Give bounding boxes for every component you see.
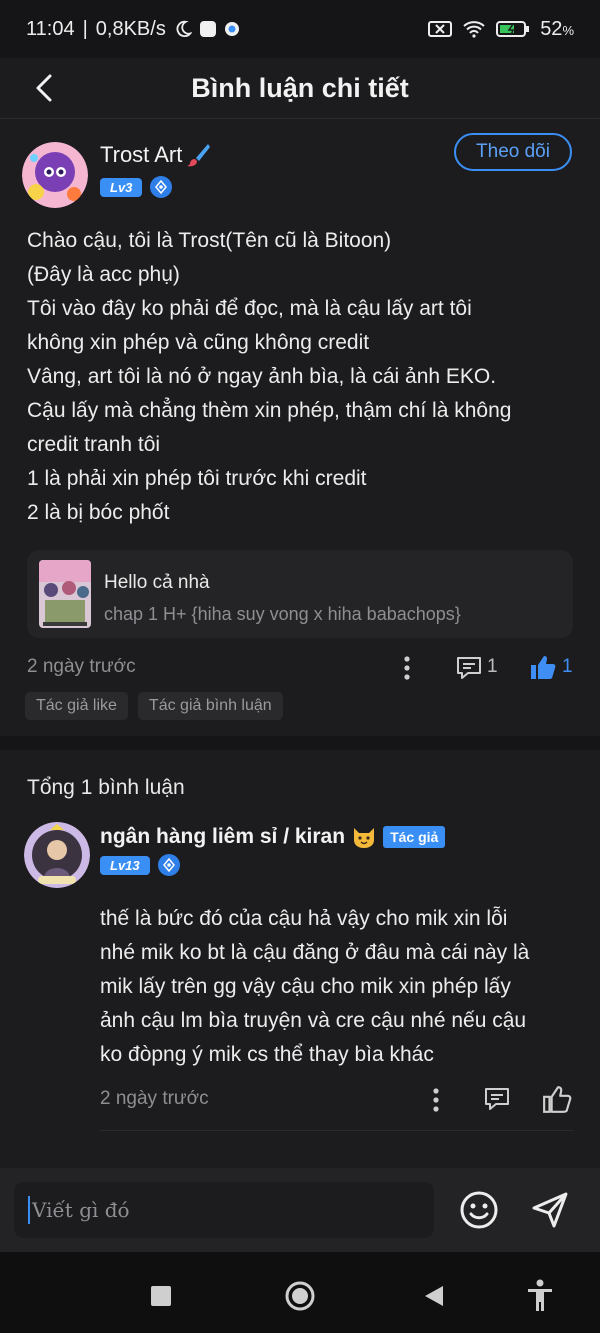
tag-author-like: Tác giả like bbox=[25, 692, 128, 720]
reply-button[interactable] bbox=[455, 654, 483, 687]
comment-line: 2 là bị bóc phốt bbox=[27, 501, 170, 524]
battery-icon bbox=[496, 20, 530, 38]
cat-emoji-icon bbox=[354, 828, 375, 848]
section-divider bbox=[0, 736, 600, 750]
tag-author-comment: Tác giả bình luận bbox=[137, 692, 283, 720]
battery-level: 52 bbox=[540, 17, 563, 40]
reply-divider bbox=[100, 1130, 574, 1131]
comment-time: 2 ngày trước bbox=[27, 656, 136, 677]
wifi-icon bbox=[462, 20, 486, 38]
avatar[interactable] bbox=[22, 142, 88, 208]
story-cover-thumbnail bbox=[39, 560, 91, 628]
home-button[interactable] bbox=[280, 1276, 320, 1316]
like-count: 1 bbox=[562, 656, 573, 677]
reply-line: ảnh cậu lm bìa truyện và cre cậu nhé nếu… bbox=[100, 1009, 527, 1032]
network-speed: 0,8KB/s bbox=[95, 17, 166, 40]
status-time: 11:04 bbox=[26, 17, 75, 40]
total-comments-label: Tổng 1 bình luận bbox=[27, 776, 185, 799]
page-header: Bình luận chi tiết bbox=[0, 58, 600, 119]
circle-icon bbox=[285, 1281, 315, 1311]
smiley-icon bbox=[460, 1191, 498, 1229]
send-icon bbox=[532, 1192, 568, 1228]
follow-button[interactable]: Theo dõi bbox=[454, 133, 572, 171]
author-badge: Tác giả bbox=[383, 826, 446, 848]
reply-avatar[interactable] bbox=[24, 822, 90, 888]
more-vertical-icon bbox=[433, 1088, 439, 1112]
comment-input-placeholder: Viết gì đó bbox=[32, 1198, 130, 1222]
thumbs-up-icon bbox=[543, 1086, 572, 1113]
reply-reply-button[interactable] bbox=[483, 1085, 511, 1118]
reply-line: nhé mik ko bt là cậu đăng ở đâu mà cái n… bbox=[100, 941, 530, 964]
triangle-back-icon bbox=[425, 1286, 443, 1306]
accessibility-button[interactable] bbox=[520, 1276, 560, 1316]
level-badge: Lv3 bbox=[100, 177, 143, 197]
system-navigation-bar bbox=[0, 1252, 600, 1333]
story-subtitle: chap 1 H+ {hiha suy vong x hiha babachop… bbox=[104, 604, 461, 624]
reply-count: 1 bbox=[487, 656, 498, 677]
comment-body: Chào cậu, tôi là Trost(Tên cũ là Bitoon)… bbox=[27, 224, 577, 530]
reply-line: mik lấy trên gg vậy cậu cho mik xin phép… bbox=[100, 975, 511, 998]
level-badge: Lv13 bbox=[100, 855, 150, 875]
reply-line: ko đòpng ý mik cs thể thay bìa khác bbox=[100, 1043, 434, 1066]
accessibility-icon bbox=[528, 1279, 552, 1311]
more-options-button[interactable] bbox=[399, 654, 415, 682]
comment-composer: Viết gì đó bbox=[0, 1168, 600, 1252]
story-link-card[interactable]: Hello cả nhà chap 1 H+ {hiha suy vong x … bbox=[27, 550, 573, 638]
comment-meta-row: 2 ngày trước 1 1 bbox=[27, 652, 573, 684]
reply-author-name[interactable]: ngân hàng liêm sỉ / kiran Tác giả bbox=[100, 824, 446, 850]
shield-icon bbox=[150, 176, 173, 198]
comment-line: Tôi vào đây ko phải để đọc, mà là cậu lấ… bbox=[27, 297, 472, 320]
battery-unit: % bbox=[562, 22, 574, 38]
status-bar: 11:04 | 0,8KB/s 52% bbox=[0, 0, 600, 58]
comment-line: credit tranh tôi bbox=[27, 433, 161, 456]
emoji-button[interactable] bbox=[459, 1190, 499, 1235]
comment-line: Cậu lấy mà chẳng thèm xin phép, thậm chí… bbox=[27, 399, 512, 422]
reply-level-row: Lv13 bbox=[100, 854, 180, 876]
author-name-text: Trost Art bbox=[100, 142, 183, 167]
back-button[interactable] bbox=[24, 68, 64, 108]
recents-button[interactable] bbox=[141, 1276, 181, 1316]
like-button[interactable] bbox=[529, 653, 557, 686]
reply-body: thế là bức đó của cậu hả vậy cho mik xin… bbox=[100, 902, 580, 1072]
back-nav-button[interactable] bbox=[414, 1276, 454, 1316]
more-vertical-icon bbox=[404, 656, 410, 680]
comment-line: (Đây là acc phụ) bbox=[27, 263, 180, 286]
status-separator: | bbox=[82, 17, 88, 40]
author-reaction-tags: Tác giả like Tác giả bình luận bbox=[25, 692, 283, 720]
reply-time: 2 ngày trước bbox=[100, 1088, 209, 1109]
comment-line: 1 là phải xin phép tôi trước khi credit bbox=[27, 467, 367, 490]
comment-input[interactable]: Viết gì đó bbox=[14, 1182, 434, 1238]
app-notification-icon bbox=[199, 21, 216, 37]
comment-line: không xin phép và cũng không credit bbox=[27, 331, 370, 354]
shield-icon bbox=[157, 854, 180, 876]
text-caret bbox=[28, 1196, 30, 1224]
reply-more-options-button[interactable] bbox=[428, 1086, 444, 1114]
chevron-left-icon bbox=[36, 74, 52, 102]
comment-icon bbox=[485, 1088, 509, 1110]
paintbrush-icon bbox=[187, 144, 211, 167]
comment-line: Chào cậu, tôi là Trost(Tên cũ là Bitoon) bbox=[27, 229, 392, 252]
reply-meta-row: 2 ngày trước bbox=[100, 1084, 574, 1116]
author-level-row: Lv3 bbox=[100, 176, 173, 198]
square-icon bbox=[151, 1286, 171, 1306]
no-sim-icon bbox=[428, 20, 453, 38]
reply-line: thế là bức đó của cậu hả vậy cho mik xin… bbox=[100, 907, 508, 930]
send-button[interactable] bbox=[530, 1190, 570, 1235]
thumbs-up-icon bbox=[531, 656, 556, 679]
reply-like-button[interactable] bbox=[542, 1084, 572, 1119]
comment-icon bbox=[457, 657, 481, 679]
page-title: Bình luận chi tiết bbox=[191, 72, 409, 103]
comment-line: Vâng, art tôi là nó ở ngay ảnh bìa, là c… bbox=[27, 365, 497, 388]
author-name[interactable]: Trost Art bbox=[100, 142, 212, 168]
browser-notification-icon bbox=[224, 21, 240, 37]
reply-author-name-text: ngân hàng liêm sỉ / kiran bbox=[100, 825, 346, 848]
moon-icon bbox=[174, 20, 192, 38]
story-title: Hello cả nhà bbox=[104, 572, 210, 593]
